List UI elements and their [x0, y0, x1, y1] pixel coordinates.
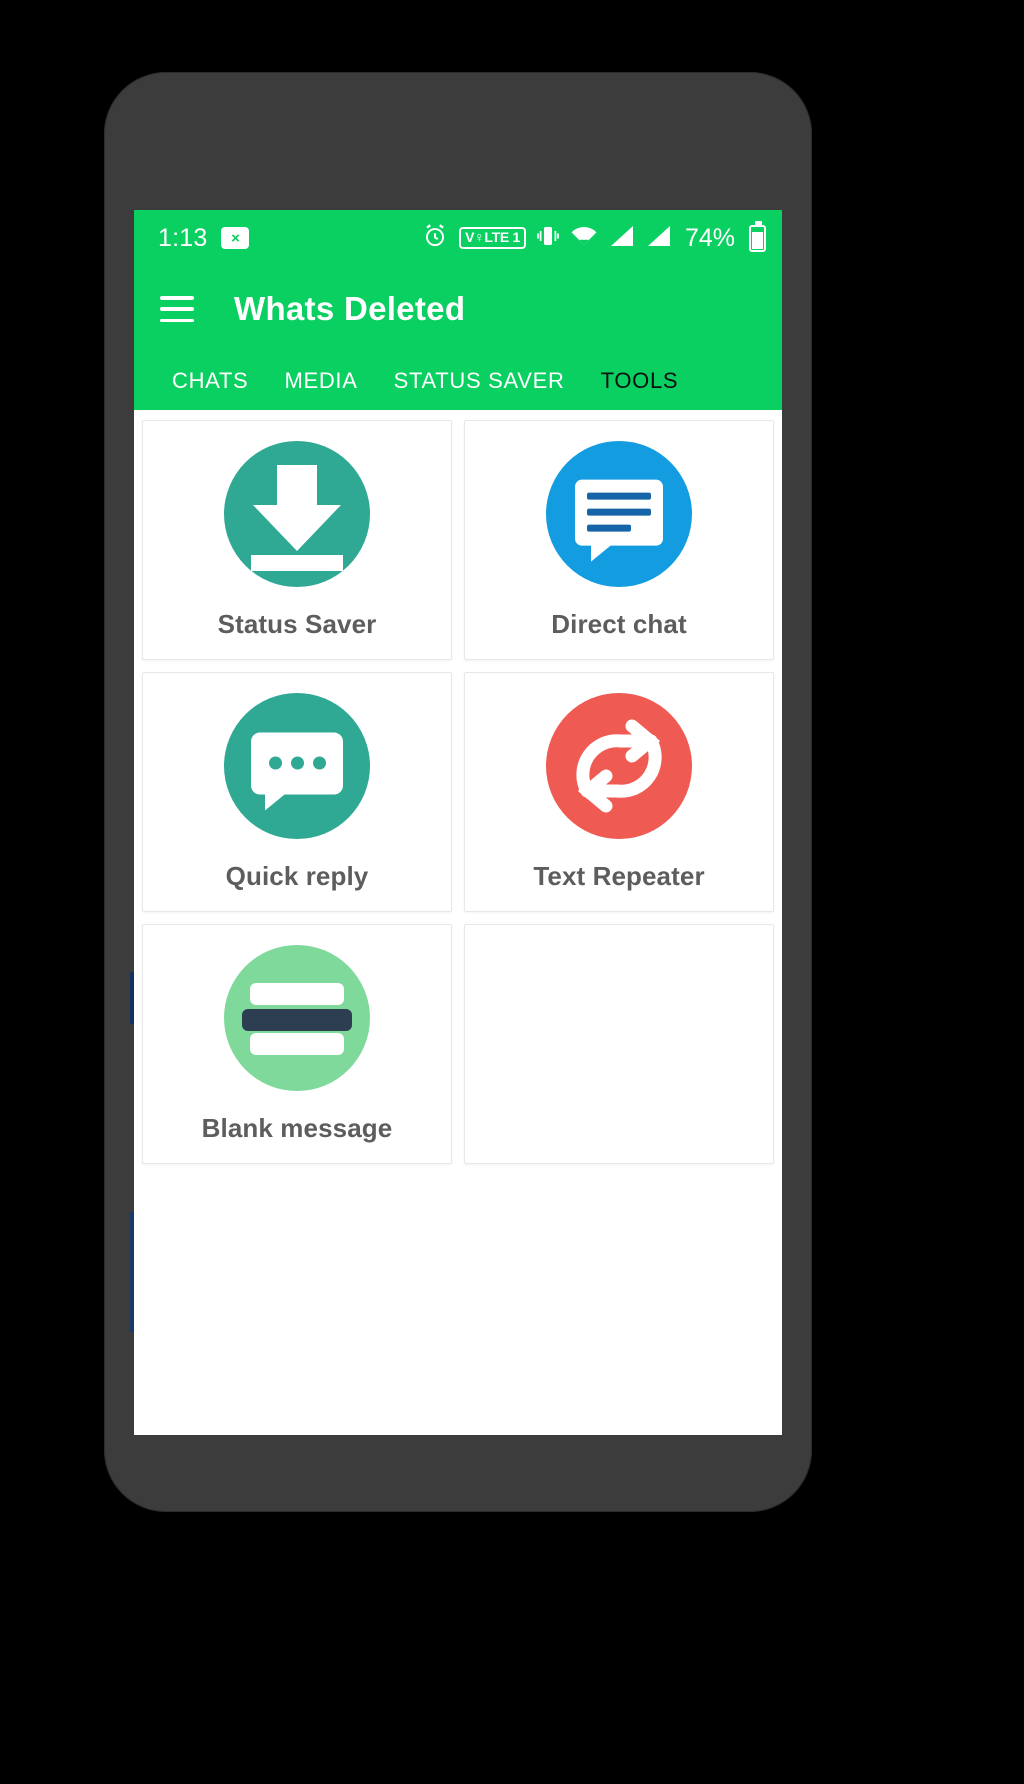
signal-bars-icon [609, 225, 635, 252]
tool-card-text-repeater[interactable]: Text Repeater [464, 672, 774, 912]
phone-screen: 1:13 × V♀LTE 1 74% Whats Deleted CHATS M… [134, 210, 782, 1435]
signal-bars-icon-2 [646, 225, 672, 252]
hamburger-menu-icon[interactable] [160, 296, 194, 322]
tool-label-quick-reply: Quick reply [225, 860, 369, 891]
tool-label-text-repeater: Text Repeater [533, 860, 705, 891]
battery-percent: 74% [684, 223, 735, 252]
tool-card-blank-message[interactable]: Blank message [142, 924, 452, 1164]
app-toolbar: Whats Deleted [134, 266, 782, 352]
tool-card-direct-chat[interactable]: Direct chat [464, 420, 774, 660]
tool-card-empty [464, 924, 774, 1164]
download-arrow-icon [224, 440, 370, 587]
status-time: 1:13 [158, 223, 208, 252]
tools-grid: Status Saver Direct chat Quick reply Tex… [134, 410, 782, 1164]
tool-card-status-saver[interactable]: Status Saver [142, 420, 452, 660]
phone-mockup: 1:13 × V♀LTE 1 74% Whats Deleted CHATS M… [104, 72, 812, 1512]
tab-status-saver[interactable]: STATUS SAVER [376, 368, 583, 394]
tool-card-quick-reply[interactable]: Quick reply [142, 672, 452, 912]
volte-icon: V♀LTE 1 [459, 227, 526, 249]
blank-lines-icon [224, 944, 370, 1091]
page-title: Whats Deleted [234, 290, 466, 327]
screenshot-stage: 1:13 × V♀LTE 1 74% Whats Deleted CHATS M… [0, 0, 1024, 1784]
repeat-arrows-icon [546, 692, 692, 839]
tool-label-direct-chat: Direct chat [551, 608, 687, 639]
battery-icon [749, 220, 766, 252]
tab-chats[interactable]: CHATS [154, 368, 266, 394]
status-bar-left: 1:13 × [158, 223, 250, 253]
tool-label-blank-message: Blank message [201, 1112, 393, 1143]
status-bar-right: V♀LTE 1 74% [422, 220, 766, 254]
tab-media[interactable]: MEDIA [266, 368, 375, 394]
tab-bar: CHATS MEDIA STATUS SAVER TOOLS [134, 352, 782, 410]
tab-tools[interactable]: TOOLS [583, 368, 697, 394]
wifi-icon [570, 225, 598, 252]
vibrate-icon [537, 223, 559, 254]
speech-bubble-icon [546, 440, 692, 587]
close-badge-icon: × [221, 227, 250, 249]
status-bar: 1:13 × V♀LTE 1 74% [134, 210, 782, 266]
alarm-clock-icon [422, 223, 448, 254]
chat-dots-icon [224, 692, 370, 839]
tool-label-status-saver: Status Saver [217, 608, 377, 639]
